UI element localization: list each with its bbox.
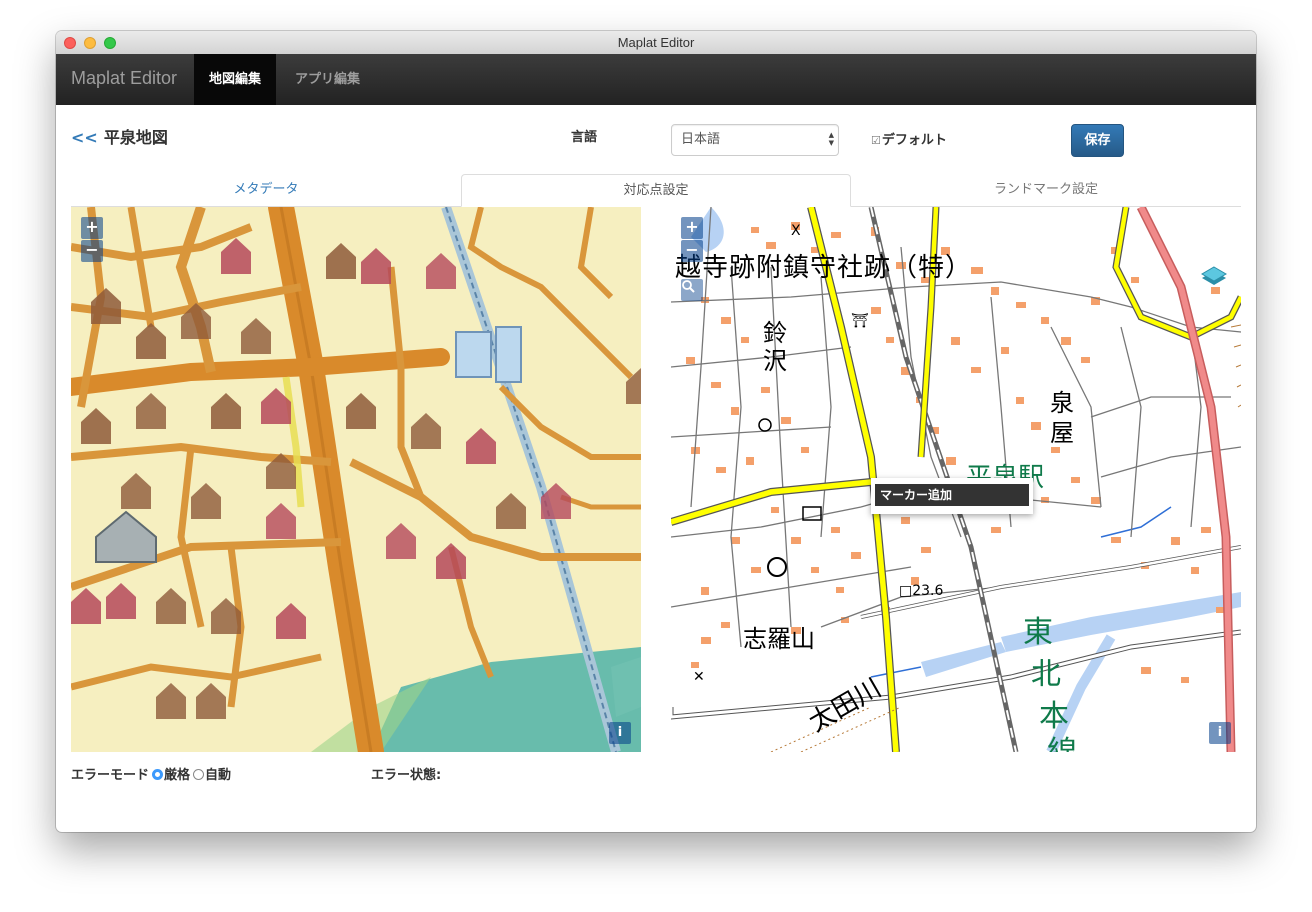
language-label: 言語 <box>571 130 598 145</box>
historical-map-view[interactable]: + − i <box>71 207 641 752</box>
svg-text:X: X <box>791 223 801 239</box>
izumiya-label-2: 屋 <box>1050 419 1074 447</box>
map-title-header: << 平泉地図 <box>71 124 168 148</box>
nav-item-app-edit[interactable]: アプリ編集 <box>280 54 375 105</box>
shiroyama-label: 志羅山 <box>743 625 815 653</box>
radio-auto-label[interactable]: 自動 <box>205 768 231 783</box>
right-zoom-controls: + − <box>681 217 703 263</box>
tab-gcp-settings[interactable]: 対応点設定 <box>461 174 851 207</box>
right-info-button[interactable]: i <box>1209 722 1231 744</box>
navbar-brand[interactable]: Maplat Editor <box>71 68 177 89</box>
elevation-label: □23.6 <box>899 583 944 599</box>
map-search-button[interactable] <box>681 279 703 301</box>
historical-map-canvas[interactable] <box>71 207 641 752</box>
map-title: 平泉地図 <box>103 128 168 147</box>
tohoku-line-label-4: 線 <box>1047 727 1077 752</box>
default-label: デフォルト <box>881 133 947 148</box>
select-arrows-icon: ▲ ▼ <box>828 131 834 147</box>
language-select-value: 日本語 <box>681 132 721 147</box>
save-button[interactable]: 保存 <box>1071 124 1124 157</box>
right-zoom-in-button[interactable]: + <box>681 217 703 239</box>
context-menu: マーカー追加 <box>871 478 1033 514</box>
right-zoom-out-button[interactable]: − <box>681 240 703 262</box>
search-icon <box>682 280 695 293</box>
layers-icon <box>1201 266 1227 285</box>
modern-map-view[interactable]: ⛩ X ✕ 越寺跡附鎮守社跡（特） 鈴 沢 泉 屋 平泉駅 □23.6 志羅山 … <box>671 207 1241 752</box>
temple-site-label: 越寺跡附鎮守社跡（特） <box>675 253 973 283</box>
radio-auto[interactable] <box>193 769 205 780</box>
nav-item-map-edit[interactable]: 地図編集 <box>194 54 277 105</box>
window-title: Maplat Editor <box>617 35 695 50</box>
left-zoom-out-button[interactable]: − <box>81 240 103 262</box>
title-bar: Maplat Editor <box>56 31 1256 55</box>
left-zoom-controls: + − <box>81 217 103 263</box>
default-checkbox[interactable]: ☑デフォルト <box>871 129 947 148</box>
error-state-label: エラー状態: <box>371 768 442 783</box>
language-select[interactable]: 日本語 ▲ ▼ <box>671 124 839 156</box>
tab-bar: メタデータ 対応点設定 ランドマーク設定 <box>71 174 1241 207</box>
error-mode-row: エラーモード 厳格 自動 <box>71 764 231 783</box>
layer-switch-button[interactable] <box>1199 263 1229 293</box>
tab-metadata[interactable]: メタデータ <box>71 174 461 206</box>
navbar: Maplat Editor 地図編集 アプリ編集 <box>56 54 1256 105</box>
tohoku-line-label-1: 東 <box>1023 615 1053 650</box>
tohoku-line-label-2: 北 <box>1031 657 1061 692</box>
app-window: Maplat Editor Maplat Editor 地図編集 アプリ編集 <… <box>56 31 1256 832</box>
radio-strict[interactable] <box>152 769 164 780</box>
tab-landmark-settings[interactable]: ランドマーク設定 <box>851 174 1241 206</box>
back-link[interactable]: << <box>71 128 98 147</box>
svg-text:⛩: ⛩ <box>851 313 869 329</box>
add-marker-menu-item[interactable]: マーカー追加 <box>875 484 1029 506</box>
left-info-button[interactable]: i <box>609 722 631 744</box>
svg-text:✕: ✕ <box>693 669 705 685</box>
checkbox-checked-icon[interactable]: ☑ <box>871 134 881 147</box>
radio-strict-label[interactable]: 厳格 <box>164 768 190 783</box>
error-mode-label: エラーモード <box>71 768 150 783</box>
left-zoom-in-button[interactable]: + <box>81 217 103 239</box>
suzusawa-label-2: 沢 <box>763 347 787 375</box>
